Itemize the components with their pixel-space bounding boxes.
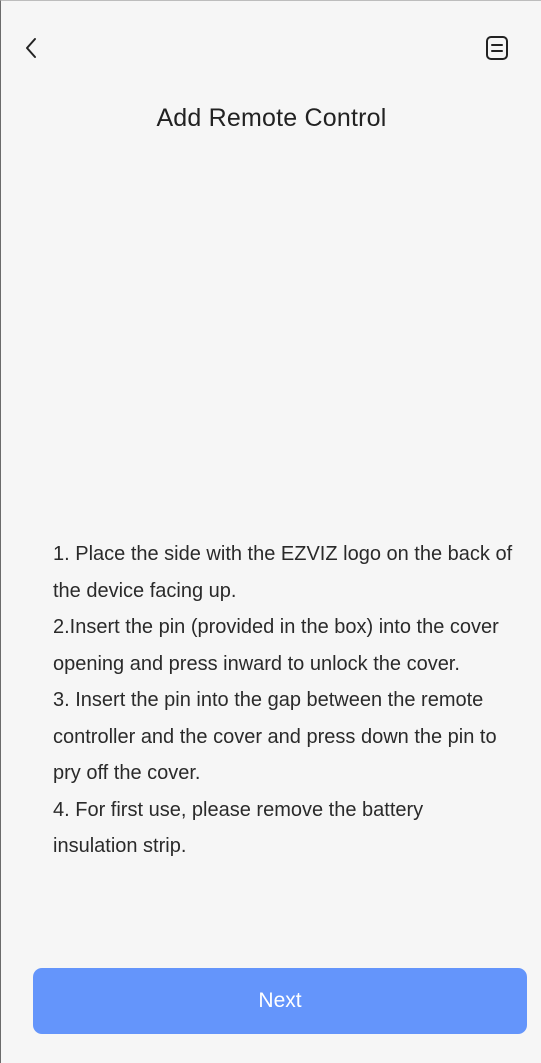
instruction-step-4: 4. For first use, please remove the batt… [53,798,424,858]
document-icon [486,36,508,60]
instruction-list: 1. Place the side with the EZVIZ logo on… [53,536,513,865]
chevron-left-icon [26,38,36,58]
back-button[interactable] [21,35,45,61]
next-button[interactable]: Next [33,968,527,1034]
instruction-step-3: 3. Insert the pin into the gap between t… [53,689,497,784]
instruction-step-2: 2.Insert the pin (provided in the box) i… [53,616,499,675]
app-screen: Add Remote Control 1. Place the side wit… [0,0,541,1063]
page-title: Add Remote Control [156,104,387,132]
instruction-step-1: 1. Place the side with the EZVIZ logo on… [53,543,513,602]
illustration-area [31,161,512,521]
guide-button[interactable] [484,34,510,62]
